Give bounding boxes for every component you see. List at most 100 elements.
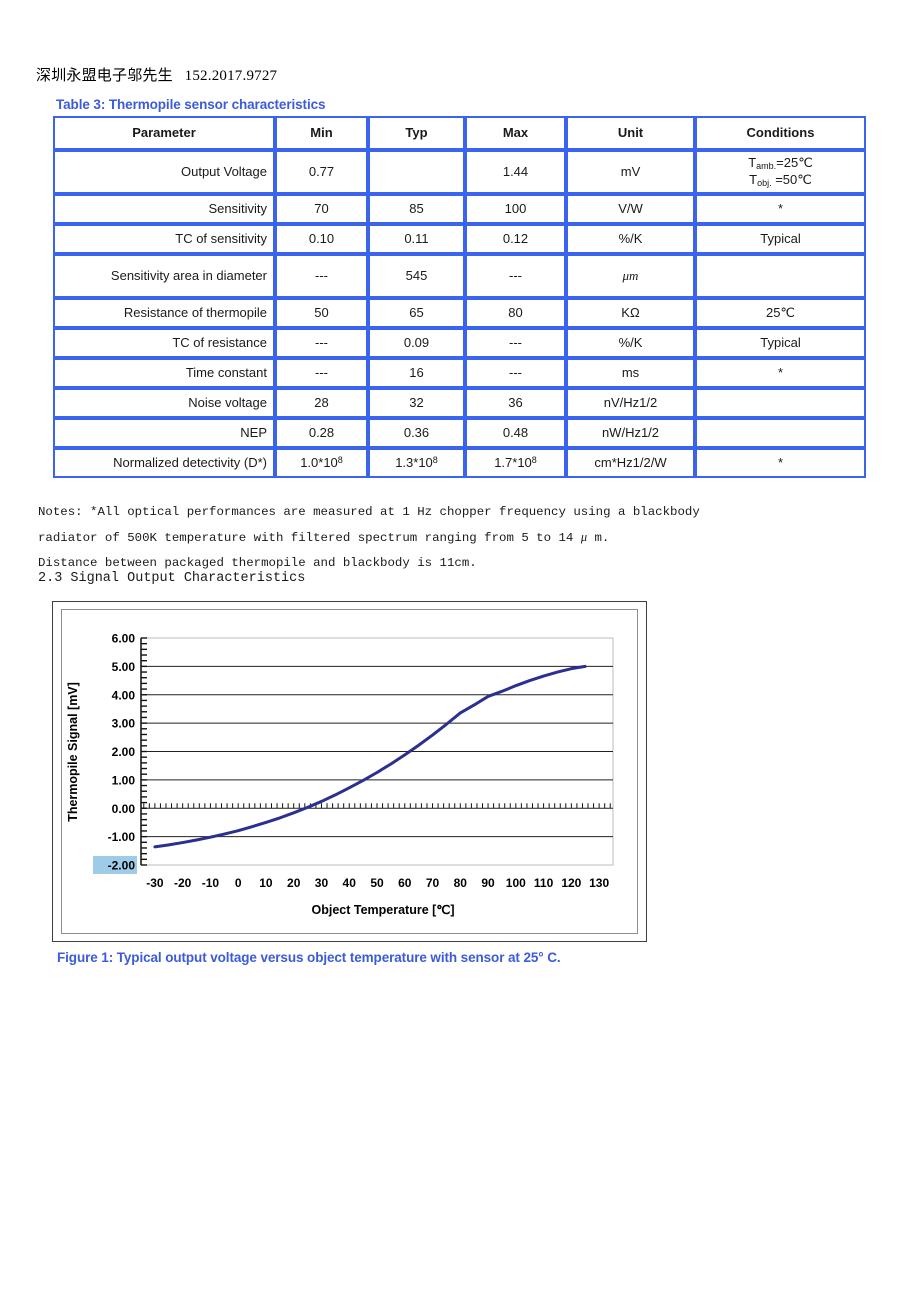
cell-max: 1.7*108 [465, 448, 566, 478]
section-heading: 2.3 Signal Output Characteristics [38, 571, 306, 586]
cell-parameter: Output Voltage [53, 150, 275, 194]
x-tick-label: 100 [506, 876, 526, 890]
cell-typ: 32 [368, 388, 465, 418]
cell-conditions: Tamb.=25℃ Tobj. =50℃ [695, 150, 866, 194]
cell-max: 80 [465, 298, 566, 328]
cell-parameter: Resistance of thermopile [53, 298, 275, 328]
cell-typ: 0.11 [368, 224, 465, 254]
x-axis-tick-labels: -30 -20 -10 0 10 20 30 40 50 60 70 80 90 100 110 120 130 [146, 876, 609, 890]
spec-table-container: Parameter Min Typ Max Unit Conditions Ou… [53, 116, 866, 478]
figure-caption: Figure 1: Typical output voltage versus … [57, 950, 561, 965]
y-axis-title: Thermopile Signal [mV] [66, 682, 80, 822]
table-row: Sensitivity area in diameter --- 545 ---… [53, 254, 866, 298]
y-tick-label: 4.00 [112, 688, 136, 702]
cell-parameter: TC of sensitivity [53, 224, 275, 254]
cell-parameter: Noise voltage [53, 388, 275, 418]
x-tick-label: 70 [426, 876, 440, 890]
y-tick-label: 5.00 [112, 660, 136, 674]
cell-typ: 65 [368, 298, 465, 328]
cell-min: 0.28 [275, 418, 368, 448]
notes-line-1: Notes: *All optical performances are mea… [38, 505, 700, 519]
cell-conditions [695, 388, 866, 418]
cell-typ: 0.36 [368, 418, 465, 448]
table-row: TC of resistance --- 0.09 --- %/K Typica… [53, 328, 866, 358]
cell-typ: 85 [368, 194, 465, 224]
cell-min: 70 [275, 194, 368, 224]
cell-unit: V/W [566, 194, 695, 224]
cell-parameter: Time constant [53, 358, 275, 388]
notes-block: Notes: *All optical performances are mea… [38, 500, 738, 576]
cell-unit: ms [566, 358, 695, 388]
table-row: Time constant --- 16 --- ms * [53, 358, 866, 388]
cell-unit: KΩ [566, 298, 695, 328]
cell-max: --- [465, 328, 566, 358]
column-header-unit: Unit [566, 116, 695, 150]
cell-unit: %/K [566, 328, 695, 358]
x-tick-label: 30 [315, 876, 329, 890]
cell-typ [368, 150, 465, 194]
x-tick-label: -10 [202, 876, 220, 890]
cell-max: 1.44 [465, 150, 566, 194]
cell-parameter: Sensitivity area in diameter [53, 254, 275, 298]
cell-conditions: Typical [695, 328, 866, 358]
x-tick-label: 50 [370, 876, 384, 890]
table-row: Output Voltage 0.77 1.44 mV Tamb.=25℃ To… [53, 150, 866, 194]
condition-line-ambient: Tamb.=25℃ [748, 154, 813, 171]
cell-max: 0.12 [465, 224, 566, 254]
cell-max: 0.48 [465, 418, 566, 448]
cell-min: 0.77 [275, 150, 368, 194]
table-row: TC of sensitivity 0.10 0.11 0.12 %/K Typ… [53, 224, 866, 254]
table-header-row: Parameter Min Typ Max Unit Conditions [53, 116, 866, 150]
cell-conditions: * [695, 358, 866, 388]
x-tick-label: -20 [174, 876, 192, 890]
output-voltage-chart: -2.00 -1.00 0.00 1.00 2.00 3.00 4.00 5.00 6.00 -… [66, 632, 614, 917]
cell-min: 50 [275, 298, 368, 328]
cell-min: --- [275, 358, 368, 388]
y-tick-label: -2.00 [108, 859, 136, 873]
cell-max: --- [465, 254, 566, 298]
cell-conditions: 25℃ [695, 298, 866, 328]
column-header-conditions: Conditions [695, 116, 866, 150]
cell-typ: 16 [368, 358, 465, 388]
cell-max: 36 [465, 388, 566, 418]
x-tick-label: 120 [561, 876, 581, 890]
cell-typ: 1.3*108 [368, 448, 465, 478]
figure-container: -2.00 -1.00 0.00 1.00 2.00 3.00 4.00 5.00 6.00 -… [52, 601, 647, 942]
y-tick-label: -1.00 [108, 830, 136, 844]
x-tick-label: 60 [398, 876, 412, 890]
condition-line-object: Tobj. =50℃ [749, 172, 812, 188]
y-tick-label: 2.00 [112, 745, 136, 759]
cell-min: --- [275, 254, 368, 298]
column-header-parameter: Parameter [53, 116, 275, 150]
notes-line-2: radiator of 500K temperature with filter… [38, 530, 610, 545]
x-tick-label: 110 [534, 876, 554, 890]
cell-conditions: * [695, 448, 866, 478]
cell-unit: cm*Hz1/2/W [566, 448, 695, 478]
table-row: Noise voltage 28 32 36 nV/Hz1/2 [53, 388, 866, 418]
cell-unit: mV [566, 150, 695, 194]
company-contact-line: 深圳永盟电子邬先生 152.2017.9727 [36, 68, 278, 84]
cell-conditions: Typical [695, 224, 866, 254]
x-tick-label: 20 [287, 876, 301, 890]
x-tick-label: 40 [343, 876, 357, 890]
cell-parameter: Sensitivity [53, 194, 275, 224]
cell-typ: 0.09 [368, 328, 465, 358]
y-axis-tick-labels: -2.00 -1.00 0.00 1.00 2.00 3.00 4.00 5.00 6.00 [93, 632, 137, 874]
table-row: Resistance of thermopile 50 65 80 KΩ 25℃ [53, 298, 866, 328]
cell-parameter: Normalized detectivity (D*) [53, 448, 275, 478]
thermopile-spec-table: Parameter Min Typ Max Unit Conditions Ou… [53, 116, 866, 478]
cell-unit: μm [566, 254, 695, 298]
x-tick-label: 10 [259, 876, 273, 890]
cell-conditions [695, 418, 866, 448]
x-tick-label: -30 [146, 876, 164, 890]
table-row: NEP 0.28 0.36 0.48 nW/Hz1/2 [53, 418, 866, 448]
cell-unit: %/K [566, 224, 695, 254]
column-header-min: Min [275, 116, 368, 150]
cell-unit: nW/Hz1/2 [566, 418, 695, 448]
y-tick-label: 3.00 [112, 717, 136, 731]
cell-typ: 545 [368, 254, 465, 298]
table-row: Normalized detectivity (D*) 1.0*108 1.3*… [53, 448, 866, 478]
cell-min: 0.10 [275, 224, 368, 254]
x-tick-label: 130 [589, 876, 609, 890]
cell-parameter: TC of resistance [53, 328, 275, 358]
